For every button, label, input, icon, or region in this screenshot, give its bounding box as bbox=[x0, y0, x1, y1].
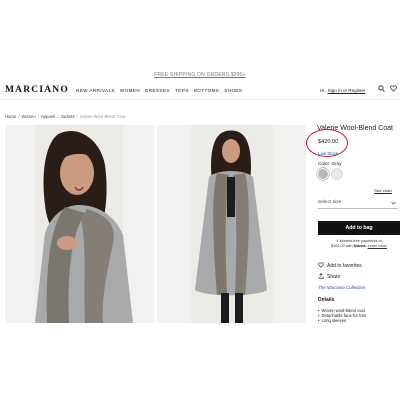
sign-in-link[interactable]: Sign in or Register bbox=[328, 88, 366, 93]
account-greeting: Hi, Sign in or Register bbox=[320, 88, 365, 93]
breadcrumb-separator: / bbox=[57, 114, 59, 119]
nav-dresses[interactable]: DRESSES bbox=[145, 88, 170, 93]
brand-logo[interactable]: MARCIANO bbox=[5, 85, 69, 95]
site-header: MARCIANO NEW ARRIVALS WOMEN DRESSES TOPS… bbox=[0, 82, 400, 100]
breadcrumb-apparel[interactable]: Apparel bbox=[41, 114, 55, 119]
nav-new-arrivals[interactable]: NEW ARRIVALS bbox=[76, 88, 115, 93]
size-select-label: Select size bbox=[318, 200, 342, 205]
details-heading: Details bbox=[318, 297, 335, 303]
nav-women[interactable]: WOMEN bbox=[120, 88, 140, 93]
product-image-full-length[interactable] bbox=[157, 125, 306, 323]
details-list: Woven wool-blend coat Detachable faux-fu… bbox=[318, 308, 366, 323]
promo-banner-link[interactable]: FREE SHIPPING ON ORDERS $200+ bbox=[0, 72, 400, 78]
add-to-favorites-button[interactable]: Add to favorites bbox=[318, 262, 362, 270]
nav-bottoms[interactable]: BOTTOMS bbox=[194, 88, 219, 93]
list-item: Long sleeves bbox=[318, 318, 366, 323]
main-nav: NEW ARRIVALS WOMEN DRESSES TOPS BOTTOMS … bbox=[76, 88, 242, 93]
breadcrumb-separator: / bbox=[76, 114, 78, 119]
share-label: Share bbox=[327, 274, 341, 280]
klarna-message: 4 interest-free payments of $105.00 with… bbox=[318, 239, 400, 249]
greeting-text: Hi, bbox=[320, 88, 326, 93]
swatch-gray[interactable] bbox=[318, 169, 328, 179]
share-icon bbox=[318, 273, 324, 281]
nav-tops[interactable]: TOPS bbox=[175, 88, 189, 93]
nav-shoes[interactable]: SHOES bbox=[224, 88, 242, 93]
size-chart-link[interactable]: Size chart bbox=[374, 188, 392, 193]
product-price: $420.00 bbox=[318, 139, 339, 145]
header-icons bbox=[378, 85, 397, 92]
add-to-bag-button[interactable]: Add to bag bbox=[318, 221, 400, 235]
klarna-line-2: $105.00 with Klarna. Learn more bbox=[318, 244, 400, 249]
color-label: Color: Gray bbox=[318, 161, 342, 166]
breadcrumb-separator: / bbox=[18, 114, 20, 119]
share-button[interactable]: Share bbox=[318, 273, 340, 281]
chevron-down-icon bbox=[391, 201, 396, 207]
breadcrumb-women[interactable]: Women bbox=[21, 114, 35, 119]
klarna-logo: Klarna. bbox=[353, 244, 367, 248]
breadcrumb: Home / Women / Apparel / Jackets / Valerie W… bbox=[5, 114, 125, 119]
breadcrumb-home[interactable]: Home bbox=[5, 114, 16, 119]
search-icon[interactable] bbox=[378, 85, 385, 92]
breadcrumb-current: Valerie Wool-Blend Coat bbox=[79, 114, 126, 119]
collection-link[interactable]: The Marciano Collection bbox=[318, 285, 365, 290]
stock-status: Low Stock bbox=[318, 151, 339, 156]
breadcrumb-separator: / bbox=[37, 114, 39, 119]
heart-icon[interactable] bbox=[390, 85, 397, 92]
klarna-learn-more-link[interactable]: Learn more bbox=[368, 244, 387, 248]
product-image-closeup[interactable] bbox=[5, 125, 154, 323]
favorites-label: Add to favorites bbox=[327, 263, 362, 269]
heart-icon bbox=[318, 262, 324, 270]
swatch-cream[interactable] bbox=[332, 169, 342, 179]
breadcrumb-jackets[interactable]: Jackets bbox=[60, 114, 74, 119]
size-select[interactable]: Select size bbox=[318, 198, 398, 209]
klarna-amount: $105.00 with bbox=[331, 244, 353, 248]
